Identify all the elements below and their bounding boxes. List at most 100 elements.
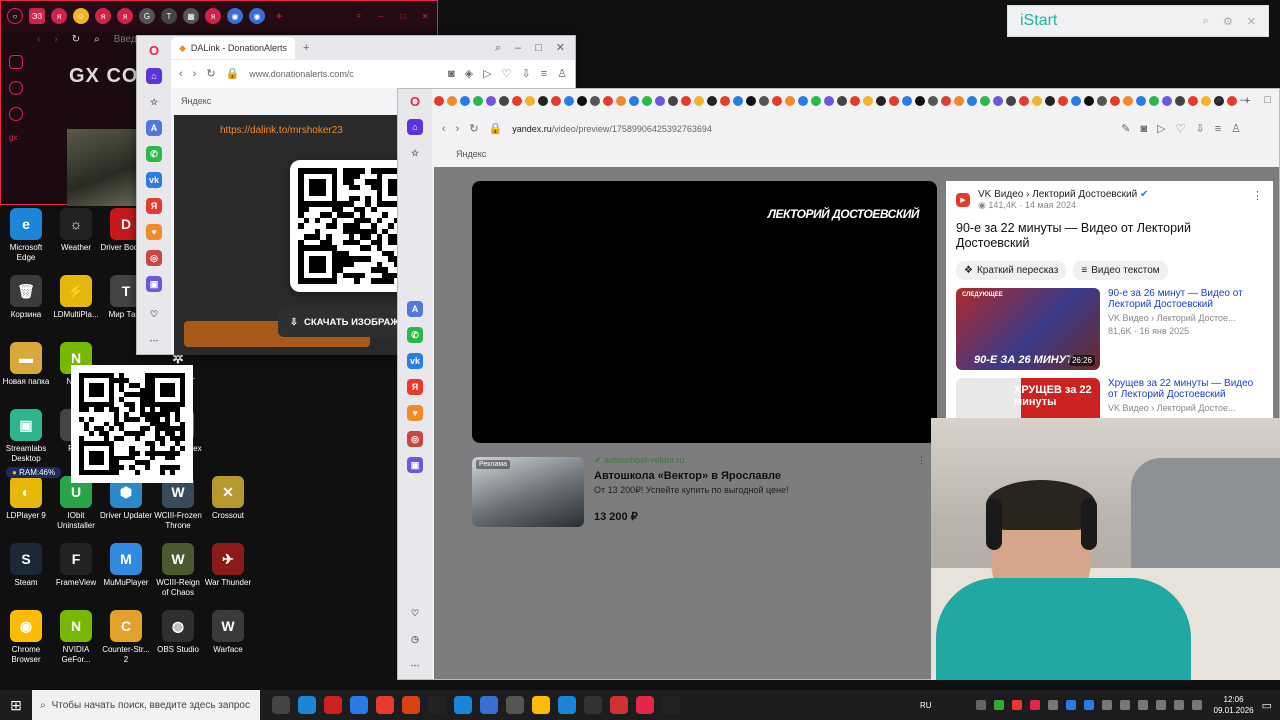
desktop-icon[interactable]: M MuMuPlayer (100, 543, 152, 588)
new-tab-icon[interactable]: + (271, 8, 287, 24)
search-icon[interactable]: ⌕ (1203, 15, 1209, 28)
account-icon[interactable]: ♙ (557, 68, 567, 80)
tab-icon[interactable] (655, 96, 665, 106)
channel-link[interactable]: VK Видео › Лекторий Достоевский (978, 189, 1137, 200)
tray-icon[interactable] (975, 700, 986, 710)
amazon-icon[interactable] (428, 696, 446, 714)
back-icon[interactable]: ‹ (37, 34, 40, 45)
sidebar-app-icon[interactable]: ♥ (146, 224, 162, 240)
opera-logo-icon[interactable]: O (407, 93, 423, 109)
desktop-icon[interactable]: ⚡ LDMultiPla... (50, 275, 102, 320)
dalink-url[interactable]: https://dalink.to/mrshoker23 (220, 125, 343, 136)
tab-icon[interactable] (1175, 96, 1185, 106)
menu-icon[interactable]: ≡ (1215, 123, 1221, 135)
ad-title[interactable]: Автошкола «Вектор» в Ярославле (594, 470, 926, 482)
gx-tab[interactable]: ЭЗ (29, 8, 45, 24)
opera-logo-icon[interactable]: O (146, 42, 162, 58)
tab-icon[interactable] (525, 96, 535, 106)
start-button[interactable]: ⊞ (0, 690, 32, 720)
more-icon[interactable]: ⋯ (146, 332, 162, 348)
forward-icon[interactable]: › (193, 68, 197, 80)
tab-icon[interactable] (720, 96, 730, 106)
tab-icon[interactable] (577, 96, 587, 106)
minimize-icon[interactable]: – (515, 42, 521, 54)
tab-icon[interactable] (759, 96, 769, 106)
tray-icon[interactable] (1137, 700, 1148, 710)
more-options-icon[interactable]: ⋮ (917, 455, 926, 466)
rec-title[interactable]: Хрущев за 22 минуты — Видео от Лекторий … (1108, 378, 1263, 400)
home-icon[interactable] (9, 55, 23, 69)
desktop-icon[interactable]: F FrameView (50, 543, 102, 588)
tab-icon[interactable] (1058, 96, 1068, 106)
tab-icon[interactable] (1084, 96, 1094, 106)
gx-tab-icon[interactable]: ◉ (249, 8, 265, 24)
vk-icon[interactable]: vk (407, 353, 423, 369)
sidebar-app-icon[interactable]: ♥ (407, 405, 423, 421)
home-icon[interactable]: ⌂ (407, 119, 423, 135)
video-player[interactable]: ЛЕКТОРИЙ ДОСТОЕВСКИЙ (472, 181, 937, 443)
tray-icon[interactable] (1047, 700, 1058, 710)
tray-icon[interactable] (1155, 700, 1166, 710)
tab-icon[interactable] (1162, 96, 1172, 106)
sidebar-app-icon[interactable]: ◎ (146, 250, 162, 266)
telegram-icon[interactable] (558, 696, 576, 714)
url-field[interactable]: yandex.ru/video/preview/1758990642539276… (512, 124, 1111, 134)
summary-chip[interactable]: ❖ Краткий пересказ (956, 261, 1067, 280)
shield-icon[interactable] (610, 696, 628, 714)
desktop-icon[interactable]: ◉ Chrome Browser (0, 610, 52, 665)
tab-icon[interactable] (694, 96, 704, 106)
sidebar-app-icon[interactable]: ▣ (146, 276, 162, 292)
tab-icon[interactable] (1006, 96, 1016, 106)
screenshot-icon[interactable]: ◙ (1140, 123, 1147, 135)
tab-icon[interactable] (811, 96, 821, 106)
bookmarks-icon[interactable]: ☆ (407, 145, 423, 161)
tray-icon[interactable] (1011, 700, 1022, 710)
tab-icon[interactable] (460, 96, 470, 106)
tab-icon[interactable] (785, 96, 795, 106)
search-icon[interactable]: ⌕ (351, 8, 367, 24)
reload-icon[interactable]: ↻ (469, 123, 478, 135)
gx-tab-icon[interactable]: я (95, 8, 111, 24)
facebook-icon[interactable] (350, 696, 368, 714)
maximize-icon[interactable]: □ (535, 42, 542, 54)
tab-icon[interactable] (616, 96, 626, 106)
gx-tab-icon[interactable]: я (51, 8, 67, 24)
desktop-icon[interactable]: ✕ Crossout (202, 476, 254, 521)
address-input[interactable]: Введ (114, 34, 137, 45)
sidebar-app-icon[interactable]: ◎ (407, 431, 423, 447)
tray-icon[interactable] (1173, 700, 1184, 710)
tab-icon[interactable] (551, 96, 561, 106)
tab-icon[interactable] (876, 96, 886, 106)
gx-tab-icon[interactable]: ☺ (73, 8, 89, 24)
new-tab-icon[interactable]: + (303, 42, 309, 54)
gx-menu-icon[interactable]: ○ (7, 8, 23, 24)
bookmark-yandex[interactable]: Яндекс (456, 149, 486, 159)
heart-icon[interactable]: ♡ (407, 605, 423, 621)
tab-icon[interactable] (1136, 96, 1146, 106)
gx-tab-icon[interactable]: ▦ (183, 8, 199, 24)
desktop-icon[interactable]: W Warface (202, 610, 254, 655)
yandex-icon[interactable]: Я (407, 379, 423, 395)
bookmarks-icon[interactable]: ☆ (146, 94, 162, 110)
minimize-icon[interactable]: – (1240, 94, 1246, 107)
text-chip[interactable]: ≡ Видео текстом (1073, 261, 1168, 280)
tab-icon[interactable] (512, 96, 522, 106)
desktop-icon[interactable]: C Counter-Str... 2 (100, 610, 152, 665)
tab-icon[interactable] (863, 96, 873, 106)
menu-icon[interactable]: ≡ (541, 68, 547, 80)
desktop-icon[interactable]: e Microsoft Edge (0, 208, 52, 263)
word-icon[interactable] (454, 696, 472, 714)
close-icon[interactable]: ✕ (1247, 15, 1256, 28)
desktop-icon[interactable]: W WCIII-Reign of Chaos (152, 543, 204, 598)
search-icon[interactable]: ⌕ (495, 42, 501, 54)
tab-icon[interactable] (902, 96, 912, 106)
desktop-icon[interactable]: W WCIII-Frozen Throne (152, 476, 204, 531)
reload-icon[interactable]: ↻ (206, 68, 215, 80)
gx-tab-icon[interactable]: я (117, 8, 133, 24)
language-indicator[interactable]: RU (920, 701, 932, 710)
tab-icon[interactable] (629, 96, 639, 106)
history-icon[interactable]: ◷ (407, 631, 423, 647)
yandex-icon[interactable] (376, 696, 394, 714)
yandex-icon[interactable]: Я (146, 198, 162, 214)
aria-icon[interactable]: A (407, 301, 423, 317)
